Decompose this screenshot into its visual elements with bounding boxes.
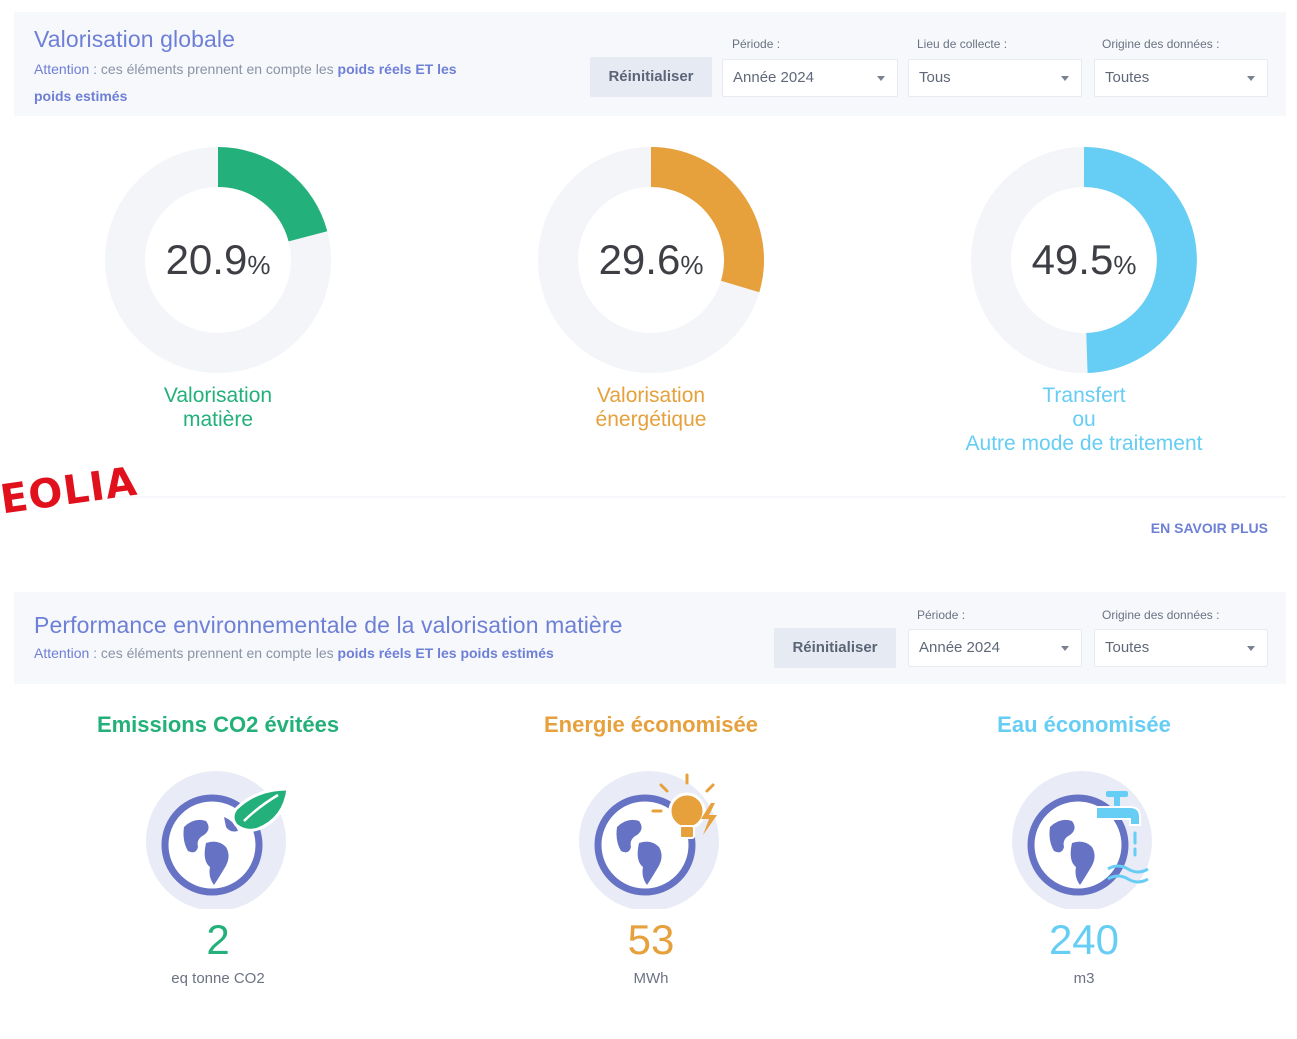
filter-label-periode: Période : [732, 37, 781, 51]
chevron-down-icon [1247, 646, 1255, 651]
origine-select[interactable]: Toutes [1094, 629, 1268, 667]
attention-note: Attention : ces éléments prennent en com… [34, 56, 457, 83]
donut-label-matiere: Valorisation matière [38, 384, 398, 432]
periode-value: Année 2024 [919, 639, 1000, 656]
donut-arc [217, 147, 328, 243]
kpi-unit-eau: m3 [1073, 970, 1095, 987]
periode-value: Année 2024 [733, 69, 814, 86]
donut-value-energetique: 29.6% [531, 236, 771, 284]
panel-header: Valorisation globale Attention : ces élé… [14, 12, 1286, 116]
origine-value: Toutes [1105, 69, 1150, 86]
kpi-title-energie: Energie économisée [544, 712, 758, 737]
panel-title: Valorisation globale [34, 26, 236, 52]
panel-footer: EN SAVOIR PLUS [14, 498, 1286, 560]
attention-label: Attention [34, 61, 90, 77]
earth-bulb-icon [579, 771, 719, 909]
attention-bold-line2: poids estimés [34, 88, 128, 104]
panel-header: Performance environnementale de la valor… [14, 592, 1286, 684]
donut-row: 20.9% Valorisation matière 29.6% Valoris… [14, 116, 1286, 496]
periode-select[interactable]: Année 2024 [722, 59, 898, 97]
periode-select[interactable]: Année 2024 [908, 629, 1082, 667]
donut-unit: % [1113, 250, 1137, 280]
origine-value: Toutes [1105, 639, 1150, 656]
label-line: Valorisation [596, 384, 706, 407]
reset-button[interactable]: Réinitialiser [590, 57, 712, 97]
donut-label-transfert: Transfert ou Autre mode de traitement [904, 384, 1264, 456]
donut-value-matiere: 20.9% [98, 236, 338, 284]
label-line: ou [1072, 408, 1096, 431]
donut-unit: % [247, 250, 271, 280]
chevron-down-icon [1061, 646, 1069, 651]
origine-select[interactable]: Toutes [1094, 59, 1268, 97]
label-line: Autre mode de traitement [965, 432, 1203, 455]
attention-text: : ces éléments prennent en compte les [89, 61, 338, 77]
kpi-title-eau: Eau économisée [997, 712, 1171, 737]
label-line: matière [182, 408, 254, 431]
panel-title: Performance environnementale de la valor… [34, 612, 623, 638]
kpi-value-eau: 240 [1048, 916, 1120, 963]
kpi-value-co2: 2 [206, 916, 230, 963]
kpi-value-energie: 53 [627, 916, 675, 963]
attention-bold: poids réels ET les [337, 61, 457, 77]
donut-number: 20.9 [165, 236, 248, 283]
filter-label-periode: Période : [917, 608, 966, 622]
attention-note: Attention : ces éléments prennent en com… [34, 640, 554, 667]
label-line: Valorisation [163, 384, 273, 407]
donut-unit: % [680, 250, 704, 280]
attention-note-line2: poids estimés [34, 83, 127, 110]
donut-number: 29.6 [598, 236, 681, 283]
valorisation-globale-panel: Valorisation globale Attention : ces élé… [14, 12, 1286, 560]
en-savoir-plus-link[interactable]: EN SAVOIR PLUS [1151, 520, 1268, 536]
filter-label-origine: Origine des données : [1102, 37, 1220, 51]
lieu-select[interactable]: Tous [908, 59, 1082, 97]
earth-leaf-icon [146, 771, 290, 909]
chevron-down-icon [1061, 76, 1069, 81]
kpi-unit-energie: MWh [633, 970, 669, 987]
filter-label-origine: Origine des données : [1102, 608, 1220, 622]
label-line: Transfert [1042, 384, 1126, 407]
attention-bold: poids réels ET les poids estimés [337, 645, 554, 661]
kpi-unit-co2: eq tonne CO2 [171, 970, 265, 987]
reset-button[interactable]: Réinitialiser [774, 628, 896, 668]
kpi-row: Emissions CO2 évitées 2 eq tonne CO2 Ene… [14, 684, 1286, 1039]
label-line: énergétique [595, 408, 707, 431]
attention-text: : ces éléments prennent en compte les [89, 645, 338, 661]
attention-label: Attention [34, 645, 90, 661]
filter-label-lieu: Lieu de collecte : [917, 37, 1008, 51]
kpi-title-co2: Emissions CO2 évitées [96, 712, 340, 737]
donut-number: 49.5 [1031, 236, 1114, 283]
earth-faucet-icon [1012, 771, 1152, 909]
donut-label-energetique: Valorisation énergétique [471, 384, 831, 432]
chevron-down-icon [1247, 76, 1255, 81]
lieu-value: Tous [919, 69, 951, 86]
performance-environnementale-panel: Performance environnementale de la valor… [14, 592, 1286, 1039]
donut-value-transfert: 49.5% [964, 236, 1204, 284]
chevron-down-icon [877, 76, 885, 81]
